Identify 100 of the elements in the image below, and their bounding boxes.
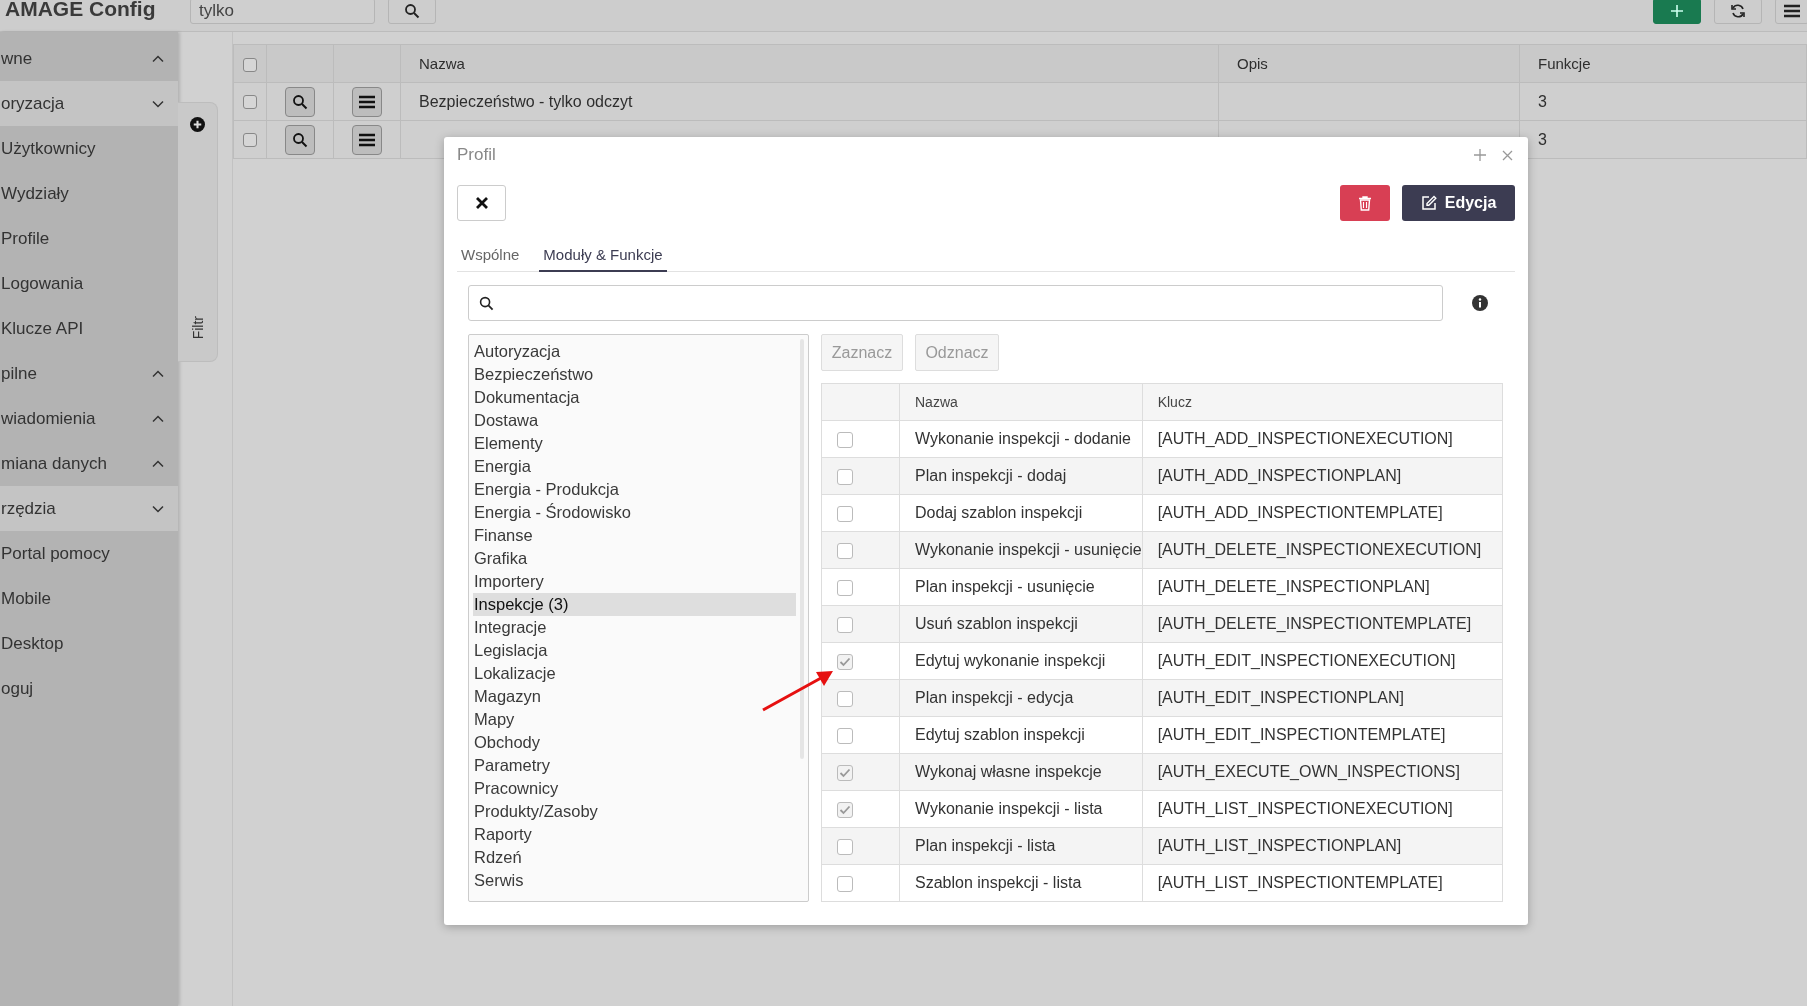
checkbox[interactable]	[837, 764, 853, 781]
module-item[interactable]: Magazyn	[473, 685, 796, 708]
sidebar-item[interactable]: Profile	[0, 216, 178, 261]
edit-button[interactable]: Edycja	[1402, 185, 1515, 221]
module-item[interactable]: Pracownicy	[473, 777, 796, 800]
search-icon	[292, 131, 308, 148]
chevron-icon	[152, 369, 164, 378]
checkbox[interactable]	[837, 468, 853, 485]
menu-icon	[359, 94, 375, 109]
table-cell: Szablon inspekcji - lista	[915, 874, 1082, 891]
sidebar-item[interactable]: Klucze API	[0, 306, 178, 351]
sidebar-item[interactable]: wiadomienia	[0, 396, 178, 441]
table-cell: [AUTH_ADD_INSPECTIONEXECUTION]	[1157, 430, 1453, 447]
menu-button[interactable]	[352, 86, 382, 117]
checkbox[interactable]	[243, 95, 257, 110]
filter-label: Filtr	[189, 315, 206, 339]
search-field[interactable]	[468, 285, 1443, 321]
sidebar-item[interactable]: Wydziały	[0, 171, 178, 216]
filter-tab[interactable]: Filtr	[178, 102, 218, 362]
checkbox[interactable]	[837, 431, 853, 448]
module-item[interactable]: Serwis	[473, 869, 796, 892]
table-cell: [AUTH_DELETE_INSPECTIONTEMPLATE]	[1157, 615, 1472, 632]
search-icon	[404, 3, 420, 19]
checkbox[interactable]	[837, 727, 853, 744]
module-item[interactable]: Autoryzacja	[473, 340, 796, 363]
chevron-icon	[152, 414, 164, 423]
checkbox[interactable]	[837, 838, 853, 855]
module-item[interactable]: Raporty	[473, 823, 796, 846]
column-header[interactable]: Klucz	[1142, 384, 1502, 421]
module-item[interactable]: Mapy	[473, 708, 796, 731]
sidebar-item[interactable]: miana danych	[0, 441, 178, 486]
module-item[interactable]: Energia	[473, 455, 796, 478]
table-cell: 3	[1538, 130, 1547, 148]
column-header[interactable]: Nazwa	[400, 44, 1219, 83]
module-item[interactable]: Finanse	[473, 524, 796, 547]
column-header[interactable]: Opis	[1218, 44, 1520, 83]
table-cell: Usuń szablon inspekcji	[915, 615, 1078, 632]
tab[interactable]: Wspólne	[457, 238, 524, 272]
delete-button[interactable]	[1340, 185, 1390, 221]
table-cell: Wykonaj własne inspekcje	[915, 763, 1102, 780]
checkbox[interactable]	[837, 542, 853, 559]
checkbox[interactable]	[837, 875, 853, 892]
search-field[interactable]: tylko	[190, 0, 375, 24]
view-button[interactable]	[285, 124, 315, 155]
module-item[interactable]: Energia - Środowisko	[473, 501, 796, 524]
maximize-icon[interactable]	[1474, 149, 1486, 161]
module-item[interactable]: Lokalizacje	[473, 662, 796, 685]
table-cell: [AUTH_EDIT_INSPECTIONTEMPLATE]	[1157, 726, 1446, 743]
sidebar-item[interactable]: oryzacja	[0, 81, 178, 126]
edit-icon	[1420, 195, 1437, 211]
menu-button[interactable]	[352, 124, 382, 155]
module-item[interactable]: Produkty/Zasoby	[473, 800, 796, 823]
module-item[interactable]: Dostawa	[473, 409, 796, 432]
table-cell: Wykonanie inspekcji - lista	[915, 800, 1103, 817]
plus-icon	[1670, 4, 1684, 18]
sidebar-item[interactable]: pilne	[0, 351, 178, 396]
sidebar-item[interactable]: Desktop	[0, 621, 178, 666]
info-icon[interactable]	[1472, 295, 1488, 311]
sidebar-item[interactable]: oguj	[0, 666, 178, 711]
checkbox[interactable]	[837, 579, 853, 596]
column-header[interactable]: Funkcje	[1519, 44, 1807, 83]
checkbox[interactable]	[837, 690, 853, 707]
add-button[interactable]	[1653, 0, 1701, 24]
checkbox[interactable]	[837, 801, 853, 818]
table-cell: [AUTH_LIST_INSPECTIONEXECUTION]	[1157, 800, 1453, 817]
view-button[interactable]	[285, 86, 315, 117]
close-icon[interactable]	[1502, 149, 1513, 161]
checkbox[interactable]	[837, 505, 853, 522]
sidebar-item[interactable]: Logowania	[0, 261, 178, 306]
search-icon	[479, 296, 494, 311]
module-item[interactable]: Importery	[473, 570, 796, 593]
tab[interactable]: Moduły & Funkcje	[539, 238, 667, 272]
refresh-button[interactable]	[1714, 0, 1762, 24]
table-cell: Plan inspekcji - dodaj	[915, 467, 1067, 484]
module-item[interactable]: Dokumentacja	[473, 386, 796, 409]
module-item[interactable]: Energia - Produkcja	[473, 478, 796, 501]
module-item[interactable]: Rdzeń	[473, 846, 796, 869]
checkbox[interactable]	[243, 58, 257, 72]
module-item[interactable]: Elementy	[473, 432, 796, 455]
checkbox[interactable]	[837, 653, 853, 670]
module-item[interactable]: Parametry	[473, 754, 796, 777]
checkbox[interactable]	[837, 616, 853, 633]
sidebar-item[interactable]: Mobile	[0, 576, 178, 621]
module-item[interactable]: Legislacja	[473, 639, 796, 662]
sidebar-item[interactable]: wne	[0, 36, 178, 81]
close-button[interactable]	[457, 185, 506, 221]
table-cell: [AUTH_DELETE_INSPECTIONEXECUTION]	[1157, 541, 1482, 558]
module-item[interactable]: Inspekcje (3)	[473, 593, 796, 616]
module-item[interactable]: Grafika	[473, 547, 796, 570]
checkbox[interactable]	[243, 133, 257, 148]
module-item[interactable]: Integracje	[473, 616, 796, 639]
menu-button[interactable]	[1775, 0, 1807, 24]
search-button[interactable]	[388, 0, 436, 24]
column-header[interactable]: Nazwa	[899, 384, 1143, 421]
table-cell: Plan inspekcji - lista	[915, 837, 1056, 854]
sidebar-item[interactable]: rzędzia	[0, 486, 178, 531]
module-item[interactable]: Bezpieczeństwo	[473, 363, 796, 386]
sidebar-item[interactable]: Użytkownicy	[0, 126, 178, 171]
module-item[interactable]: Obchody	[473, 731, 796, 754]
sidebar-item[interactable]: Portal pomocy	[0, 531, 178, 576]
